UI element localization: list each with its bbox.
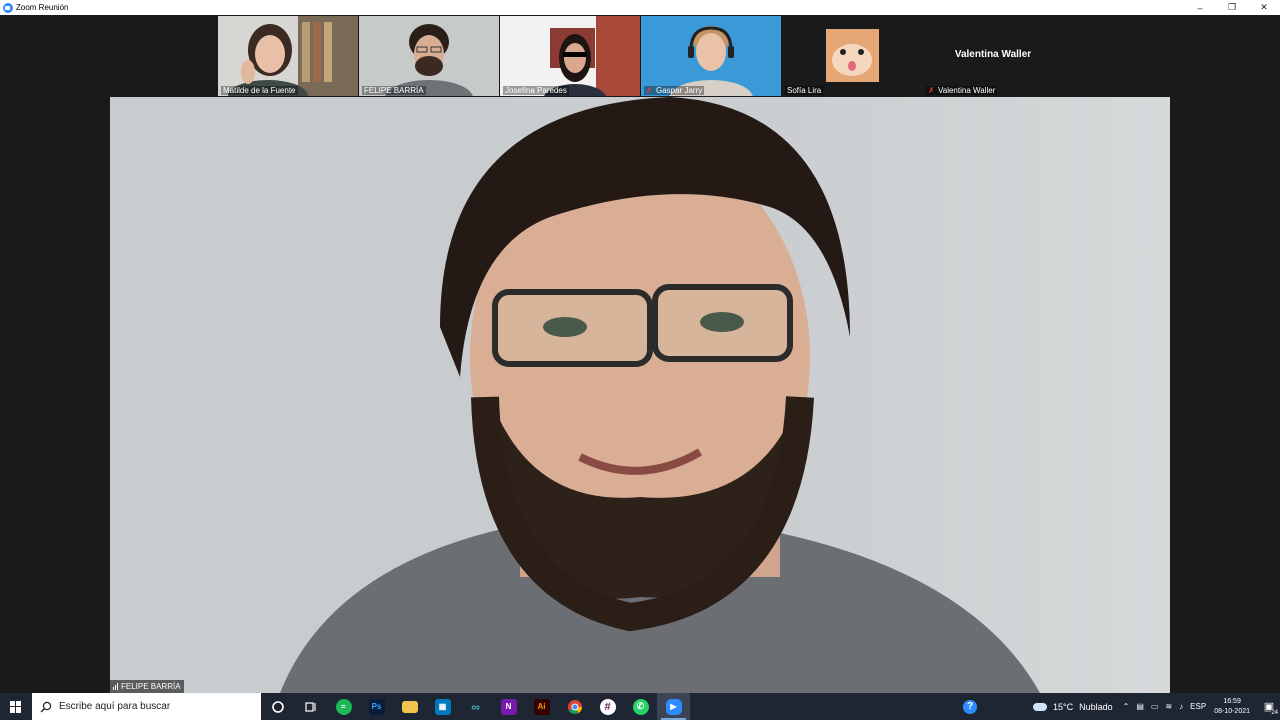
start-button[interactable] [0,693,32,720]
participant-name: Sofía Lira [787,86,822,95]
zoom-taskbar-button[interactable]: ▶ [657,693,690,720]
muted-mic-icon: ✗ [646,85,653,95]
participant-video [641,16,781,96]
network-icon[interactable]: ▤ [1136,702,1144,711]
windows-taskbar: Escribe aquí para buscar ≈ Ps ▦ ∞ N Ai #… [0,693,1280,720]
zoom-app-icon [3,2,13,13]
signal-strength-icon [113,683,118,690]
speaker-video-frame [110,97,1170,693]
chrome-taskbar-button[interactable] [558,693,591,720]
participant-name: Matilde de la Fuente [223,86,296,95]
cortana-button[interactable] [261,693,294,720]
system-tray: ? 15°C Nublado ⌃ ▤ ▭ ≋ ♪ ESP 16:59 08-10… [963,693,1280,720]
whatsapp-icon: ✆ [632,698,649,715]
speaker-name-label: FELIPE BARRÍA [110,680,184,693]
task-view-button[interactable] [294,693,327,720]
meeting-stage: Matilde de la Fuente FELIPE BARRÍA Josef… [0,15,1280,693]
task-view-icon [304,701,316,712]
participant-name: Gaspar Jarry [656,86,703,95]
chevron-up-icon[interactable]: ⌃ [1123,702,1130,711]
clock[interactable]: 16:59 08-10-2021 [1214,697,1250,717]
slack-icon: # [599,698,616,715]
weather-widget[interactable]: 15°C Nublado [1033,702,1113,712]
illustrator-taskbar-button[interactable]: Ai [525,693,558,720]
participant-video [500,16,640,96]
minimize-button[interactable]: – [1184,0,1216,15]
window-title: Zoom Reunión [16,3,69,12]
speaker-name: FELIPE BARRÍA [121,682,181,691]
participant-thumbnail[interactable]: Matilde de la Fuente [218,16,358,96]
notification-count: 24 [1271,710,1278,716]
restore-button[interactable]: ❐ [1216,0,1248,15]
battery-icon[interactable]: ▭ [1151,702,1159,711]
spotify-icon: ≈ [335,698,352,715]
participant-thumbnail[interactable]: Valentina Waller ✗ Valentina Waller [923,16,1063,96]
volume-icon[interactable]: ♪ [1179,702,1183,711]
participant-thumbnail[interactable]: Josefina Paredes [500,16,640,96]
wifi-icon[interactable]: ≋ [1165,702,1172,711]
participant-thumbnail[interactable]: Sofía Lira [782,16,922,96]
participant-name: Valentina Waller [938,86,996,95]
cortana-circle-icon [271,700,284,713]
participant-thumbnail[interactable]: ✗ Gaspar Jarry [641,16,781,96]
active-speaker-video[interactable] [110,97,1170,693]
photoshop-icon: Ps [368,698,385,715]
infinity-icon: ∞ [471,699,480,714]
language-indicator[interactable]: ESP [1190,702,1206,711]
participant-name: Josefina Paredes [505,86,567,95]
trello-icon: ▦ [434,698,451,715]
windows-logo-icon [10,700,22,713]
search-placeholder: Escribe aquí para buscar [59,701,171,712]
notification-center-button[interactable]: ▣ 24 [1258,693,1280,720]
weather-condition: Nublado [1079,701,1113,712]
chrome-icon [567,699,582,714]
participant-avatar [782,16,922,96]
title-bar: Zoom Reunión – ❐ ✕ [0,0,1280,15]
illustrator-icon: Ai [533,698,550,715]
folder-icon [401,700,418,713]
trello-taskbar-button[interactable]: ▦ [426,693,459,720]
search-icon [40,701,52,712]
photoshop-taskbar-button[interactable]: Ps [360,693,393,720]
help-question-icon[interactable]: ? [963,699,977,714]
clock-date: 08-10-2021 [1214,707,1250,715]
slack-taskbar-button[interactable]: # [591,693,624,720]
cloud-icon [1033,702,1047,711]
participant-name-placeholder: Valentina Waller [954,49,1032,60]
taskbar-search-box[interactable]: Escribe aquí para buscar [32,693,261,720]
whatsapp-taskbar-button[interactable]: ✆ [624,693,657,720]
participant-name: FELIPE BARRÍA [364,86,424,95]
clock-time: 16:59 [1223,697,1241,705]
weather-temp: 15°C [1053,701,1074,712]
spotify-taskbar-button[interactable]: ≈ [327,693,360,720]
onenote-taskbar-button[interactable]: N [492,693,525,720]
onenote-icon: N [500,698,517,715]
participant-video [359,16,499,96]
participant-video [218,16,358,96]
file-explorer-taskbar-button[interactable] [393,693,426,720]
muted-mic-icon: ✗ [928,85,935,95]
close-button[interactable]: ✕ [1248,0,1280,15]
zoom-camera-icon: ▶ [665,698,682,715]
participant-strip: Matilde de la Fuente FELIPE BARRÍA Josef… [218,16,1063,96]
arduino-taskbar-button[interactable]: ∞ [459,693,492,720]
participant-thumbnail-active-speaker[interactable]: FELIPE BARRÍA [359,16,499,96]
